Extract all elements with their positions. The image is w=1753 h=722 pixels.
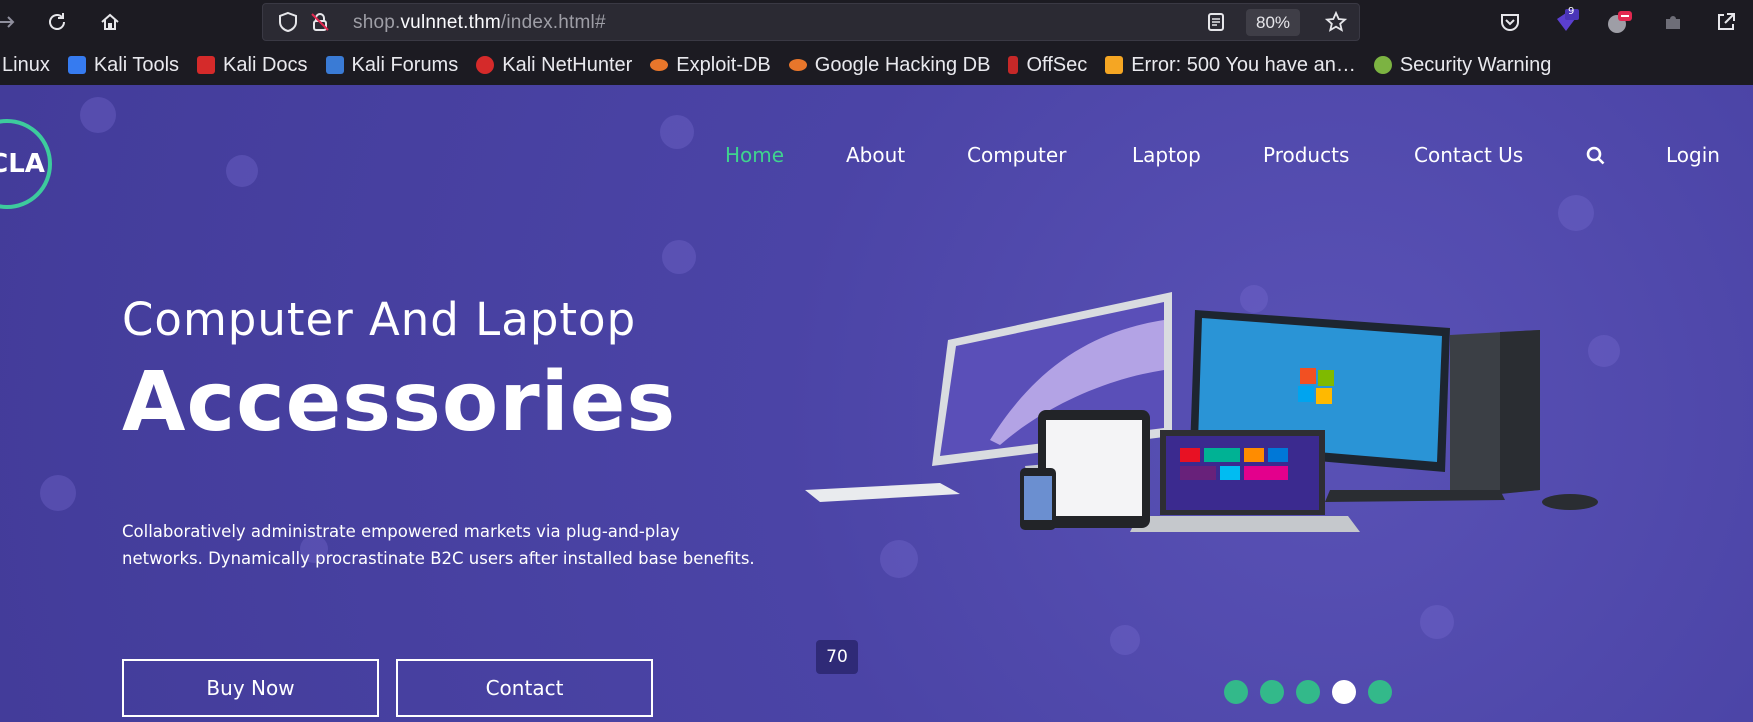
search-icon[interactable]	[1586, 146, 1606, 171]
nav-contact-us[interactable]: Contact Us	[1414, 143, 1523, 167]
kali-tools-icon	[67, 56, 86, 74]
share-icon[interactable]	[1713, 9, 1739, 35]
puzzle-extensions-icon[interactable]	[1660, 9, 1686, 35]
extension-badge: 9	[1568, 6, 1575, 17]
nav-about[interactable]: About	[846, 143, 905, 167]
carousel-dot[interactable]	[1296, 680, 1320, 704]
ghdb-icon	[788, 59, 807, 71]
nav-computer[interactable]: Computer	[967, 143, 1066, 167]
background-bubble	[1110, 625, 1140, 655]
background-bubble	[662, 240, 696, 274]
nav-login[interactable]: Login	[1666, 143, 1720, 167]
bookmark-kali-nethunter[interactable]: Kali NetHunter	[476, 54, 632, 77]
bookmark-kali-tools[interactable]: Kali Tools	[67, 54, 179, 77]
carousel-dot-active[interactable]	[1332, 680, 1356, 704]
joomla-icon	[1105, 56, 1124, 74]
browser-toolbar: shop.vulnnet.thm/index.html# 80% 9	[0, 0, 1753, 45]
carousel-dot[interactable]	[1260, 680, 1284, 704]
offsec-icon	[1008, 56, 1019, 74]
hero-title: Accessories	[122, 355, 677, 450]
shield-icon[interactable]	[275, 9, 301, 35]
security-warning-icon	[1373, 56, 1392, 74]
background-bubble	[1558, 195, 1594, 231]
bookmark-exploit-db[interactable]: Exploit-DB	[650, 54, 771, 77]
url-text[interactable]: shop.vulnnet.thm/index.html#	[353, 12, 606, 34]
main-nav: Home About Computer Laptop Products Cont…	[0, 143, 1753, 173]
mouse-graphic	[1542, 494, 1598, 510]
bookmark-linux[interactable]: Linux	[2, 54, 50, 77]
reload-icon[interactable]	[44, 9, 70, 35]
contact-button[interactable]: Contact	[396, 659, 653, 717]
buy-now-button[interactable]: Buy Now	[122, 659, 379, 717]
bookmark-offsec[interactable]: OffSec	[1008, 54, 1087, 77]
reader-view-icon[interactable]	[1203, 9, 1229, 35]
home-icon[interactable]	[97, 9, 123, 35]
bookmark-kali-docs[interactable]: Kali Docs	[197, 54, 308, 77]
carousel-indicators	[1224, 680, 1392, 704]
website-viewport: CLA Home About Computer Laptop Products …	[0, 85, 1753, 722]
carousel-dot[interactable]	[1368, 680, 1392, 704]
hero-subtitle: Computer And Laptop	[122, 293, 637, 346]
bookmark-google-hacking-db[interactable]: Google Hacking DB	[788, 54, 990, 77]
url-bar[interactable]: shop.vulnnet.thm/index.html# 80%	[262, 3, 1360, 41]
extension-icon[interactable]: 9	[1553, 6, 1579, 35]
bookmark-kali-forums[interactable]: Kali Forums	[325, 54, 458, 77]
background-bubble	[40, 475, 76, 511]
carousel-dot[interactable]	[1224, 680, 1248, 704]
bookmarks-bar: Linux Kali Tools Kali Docs Kali Forums K…	[0, 45, 1753, 85]
kali-nethunter-icon	[476, 56, 495, 74]
phone-graphic	[1020, 468, 1056, 530]
bookmark-security-warning[interactable]: Security Warning	[1373, 54, 1551, 77]
zoom-level[interactable]: 80%	[1246, 9, 1301, 36]
nav-products[interactable]: Products	[1263, 143, 1349, 167]
tooltip-badge: 70	[816, 640, 858, 674]
forward-icon[interactable]	[0, 9, 20, 35]
hero-devices-image	[805, 292, 1598, 532]
kali-docs-icon	[197, 56, 216, 74]
background-bubble	[80, 97, 116, 133]
blocker-extension-icon[interactable]	[1606, 9, 1632, 35]
exploit-db-icon	[650, 59, 669, 71]
insecure-lock-icon[interactable]	[307, 9, 333, 35]
desktop-tower-graphic	[1450, 330, 1540, 498]
nav-laptop[interactable]: Laptop	[1132, 143, 1201, 167]
kali-forums-icon	[325, 56, 344, 74]
bookmark-error-500[interactable]: Error: 500 You have an…	[1105, 54, 1356, 77]
bookmark-star-icon[interactable]	[1323, 9, 1349, 35]
pocket-icon[interactable]	[1497, 9, 1523, 35]
hero-description: Collaboratively administrate empowered m…	[122, 522, 755, 568]
nav-home[interactable]: Home	[725, 143, 784, 167]
background-bubble	[1420, 605, 1454, 639]
